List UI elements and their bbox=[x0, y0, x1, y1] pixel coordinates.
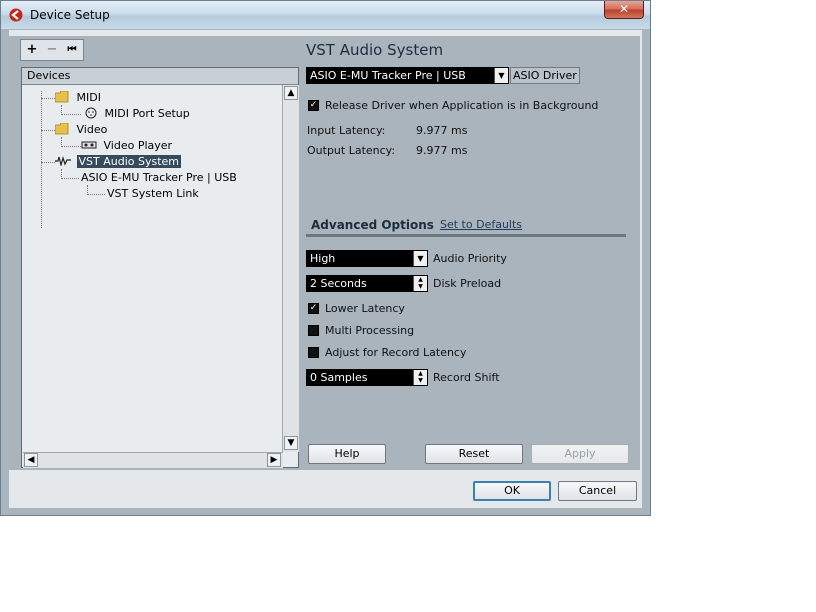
disk-preload-value: 2 Seconds bbox=[310, 277, 367, 290]
scroll-down-icon[interactable]: ▼ bbox=[284, 436, 298, 450]
apply-button[interactable]: Apply bbox=[531, 444, 629, 464]
folder-icon bbox=[54, 90, 69, 103]
tree-item-label: VST Audio System bbox=[76, 155, 182, 168]
spinner-arrows-icon[interactable]: ▲ ▼ bbox=[413, 276, 427, 291]
advanced-options-title: Advanced Options bbox=[311, 218, 434, 232]
cancel-button[interactable]: Cancel bbox=[558, 481, 637, 501]
lower-latency-checkbox[interactable]: ✓ bbox=[308, 303, 319, 314]
record-shift-label: Record Shift bbox=[433, 371, 500, 384]
panel-title: VST Audio System bbox=[306, 41, 444, 59]
record-shift-spinner[interactable]: 0 Samples ▲ ▼ bbox=[306, 369, 428, 386]
close-button[interactable]: ✕ bbox=[604, 1, 644, 19]
folder-icon bbox=[54, 122, 69, 135]
set-to-defaults-link[interactable]: Set to Defaults bbox=[440, 218, 522, 231]
chevron-down-icon: ▼ bbox=[413, 251, 427, 266]
lower-latency-label: Lower Latency bbox=[325, 302, 405, 315]
tree-item-midi-port-setup[interactable]: MIDI Port Setup bbox=[85, 107, 190, 121]
scroll-left-icon[interactable]: ◀ bbox=[24, 453, 38, 467]
video-player-icon bbox=[81, 141, 97, 149]
tree-body: MIDI MIDI Port Setup Video Video Player bbox=[23, 85, 282, 452]
reset-device-button[interactable]: ⏮ bbox=[62, 41, 82, 59]
tree-header-label: Devices bbox=[27, 69, 71, 82]
disk-preload-spinner[interactable]: 2 Seconds ▲ ▼ bbox=[306, 275, 428, 292]
tree-item-label: VST System Link bbox=[107, 187, 199, 200]
add-button[interactable]: + bbox=[22, 41, 42, 59]
asio-driver-value: ASIO E-MU Tracker Pre | USB bbox=[310, 69, 466, 82]
scroll-up-icon[interactable]: ▲ bbox=[284, 86, 298, 100]
multi-processing-checkbox[interactable] bbox=[308, 325, 319, 336]
disk-preload-label: Disk Preload bbox=[433, 277, 502, 290]
tree-item-label: Video Player bbox=[103, 139, 173, 152]
audio-priority-select[interactable]: High ▼ bbox=[306, 250, 428, 267]
release-driver-label: Release Driver when Application is in Ba… bbox=[325, 99, 599, 112]
title-bar[interactable]: Device Setup ✕ bbox=[1, 1, 650, 29]
tree-item-asio-driver[interactable]: ASIO E-MU Tracker Pre | USB bbox=[81, 171, 237, 185]
tree-item-video[interactable]: Video bbox=[54, 122, 108, 137]
window-title: Device Setup bbox=[30, 8, 110, 22]
tree-item-video-player[interactable]: Video Player bbox=[81, 139, 172, 153]
tree-toolbar: + − ⏮ bbox=[20, 39, 84, 61]
reset-button[interactable]: Reset bbox=[425, 444, 523, 464]
tree-item-label: MIDI Port Setup bbox=[104, 107, 190, 120]
release-driver-checkbox[interactable]: ✓ bbox=[308, 100, 319, 111]
output-latency-label: Output Latency: bbox=[307, 144, 396, 157]
tree-item-vst-audio-system[interactable]: VST Audio System bbox=[55, 155, 182, 169]
spinner-arrows-icon[interactable]: ▲ ▼ bbox=[413, 370, 427, 385]
multi-processing-label: Multi Processing bbox=[325, 324, 415, 337]
asio-driver-select[interactable]: ASIO E-MU Tracker Pre | USB ▼ bbox=[306, 67, 509, 84]
scroll-right-icon[interactable]: ▶ bbox=[267, 453, 281, 467]
ok-button[interactable]: OK bbox=[473, 481, 551, 501]
output-latency-value: 9.977 ms bbox=[416, 144, 468, 157]
cubase-logo-icon bbox=[9, 8, 23, 22]
tree-item-midi[interactable]: MIDI bbox=[54, 90, 101, 105]
audio-priority-label: Audio Priority bbox=[433, 252, 507, 265]
tree-item-vst-system-link[interactable]: VST System Link bbox=[107, 187, 199, 201]
midi-port-icon bbox=[85, 107, 97, 119]
tree-item-label: Video bbox=[76, 123, 108, 136]
devices-tree: Devices MIDI MIDI Port Setup Video Video… bbox=[21, 67, 299, 468]
audio-priority-value: High bbox=[310, 252, 336, 265]
help-button[interactable]: Help bbox=[308, 444, 386, 464]
section-divider bbox=[306, 234, 626, 237]
chevron-down-icon: ▼ bbox=[494, 68, 508, 83]
tree-header: Devices bbox=[22, 68, 298, 85]
input-latency-value: 9.977 ms bbox=[416, 124, 468, 137]
tree-item-label: ASIO E-MU Tracker Pre | USB bbox=[81, 171, 237, 184]
remove-button[interactable]: − bbox=[42, 41, 62, 59]
audio-system-icon bbox=[55, 155, 71, 168]
adjust-record-latency-label: Adjust for Record Latency bbox=[325, 346, 467, 359]
tree-horizontal-scrollbar[interactable]: ◀ ▶ bbox=[23, 452, 283, 468]
tree-item-label: MIDI bbox=[76, 91, 101, 104]
tree-vertical-scrollbar[interactable]: ▲ ▼ bbox=[282, 85, 299, 452]
record-shift-value: 0 Samples bbox=[310, 371, 368, 384]
input-latency-label: Input Latency: bbox=[307, 124, 386, 137]
asio-driver-button[interactable]: ASIO Driver bbox=[510, 67, 580, 84]
adjust-record-latency-checkbox[interactable] bbox=[308, 347, 319, 358]
